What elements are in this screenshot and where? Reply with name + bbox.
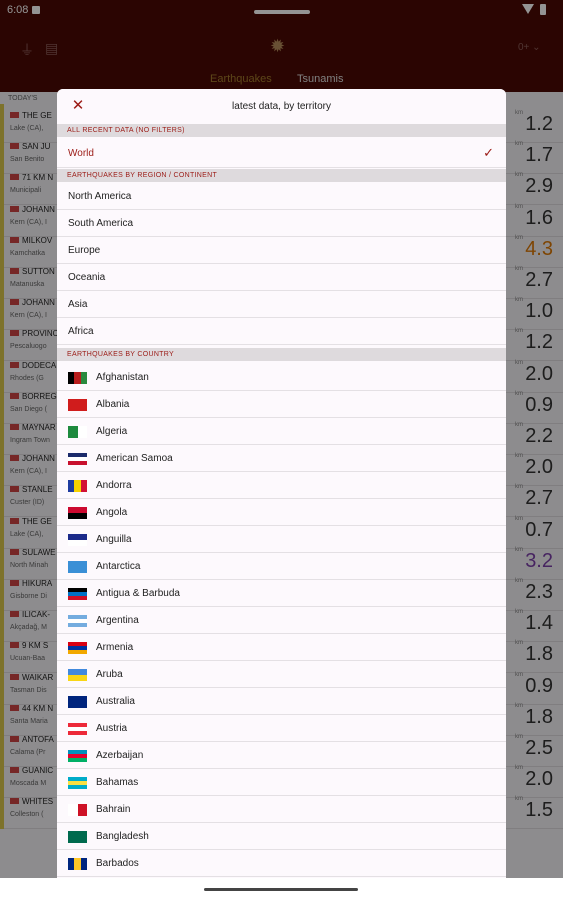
country-item[interactable]: Armenia <box>57 634 506 661</box>
country-flag-icon <box>68 831 87 843</box>
country-flag-icon <box>68 534 87 546</box>
region-label: Europe <box>68 245 101 256</box>
checkmark-icon: ✓ <box>483 145 494 160</box>
region-label: South America <box>68 218 134 229</box>
section-region: EARTHQUAKES BY REGION / CONTINENT <box>57 169 506 182</box>
country-label: Australia <box>96 696 135 707</box>
country-label: Argentina <box>96 615 139 626</box>
country-item[interactable]: Angola <box>57 499 506 526</box>
country-label: Antarctica <box>96 561 141 572</box>
country-item[interactable]: Anguilla <box>57 526 506 553</box>
country-flag-icon <box>68 804 87 816</box>
dialog-header: ✕ latest data, by territory <box>57 89 506 124</box>
country-flag-icon <box>68 750 87 762</box>
region-item[interactable]: Oceania <box>57 264 506 291</box>
country-flag-icon <box>68 561 87 573</box>
country-flag-icon <box>68 696 87 708</box>
country-label: Albania <box>96 399 130 410</box>
country-label: Austria <box>96 723 128 734</box>
country-label: Armenia <box>96 642 134 653</box>
territory-world-label: World <box>68 148 94 159</box>
region-item[interactable]: North America <box>57 183 506 210</box>
territory-world[interactable]: World ✓ <box>57 138 506 168</box>
territory-dialog: ✕ latest data, by territory ALL RECENT D… <box>57 89 506 878</box>
country-label: Anguilla <box>96 534 132 545</box>
country-label: Algeria <box>96 426 128 437</box>
region-label: North America <box>68 191 132 202</box>
country-item[interactable]: Australia <box>57 688 506 715</box>
country-item[interactable]: Argentina <box>57 607 506 634</box>
country-label: Bahrain <box>96 804 131 815</box>
country-item[interactable]: Austria <box>57 715 506 742</box>
country-flag-icon <box>68 480 87 492</box>
country-item[interactable]: Aruba <box>57 661 506 688</box>
country-flag-icon <box>68 615 87 627</box>
region-item[interactable]: Asia <box>57 291 506 318</box>
country-item[interactable]: Bahamas <box>57 769 506 796</box>
country-label: Azerbaijan <box>96 750 144 761</box>
country-item[interactable]: Albania <box>57 391 506 418</box>
country-label: Bangladesh <box>96 831 149 842</box>
country-flag-icon <box>68 642 87 654</box>
country-flag-icon <box>68 777 87 789</box>
section-country: EARTHQUAKES BY COUNTRY <box>57 348 506 361</box>
country-label: Bahamas <box>96 777 139 788</box>
country-flag-icon <box>68 723 87 735</box>
country-item[interactable]: Andorra <box>57 472 506 499</box>
country-label: Afghanistan <box>96 372 149 383</box>
section-all-data: ALL RECENT DATA (NO FILTERS) <box>57 124 506 137</box>
country-item[interactable]: Antigua & Barbuda <box>57 580 506 607</box>
country-label: Barbados <box>96 858 139 869</box>
country-flag-icon <box>68 426 87 438</box>
country-item[interactable]: Barbados <box>57 850 506 877</box>
country-flag-icon <box>68 372 87 384</box>
country-flag-icon <box>68 399 87 411</box>
country-flag-icon <box>68 669 87 681</box>
country-flag-icon <box>68 507 87 519</box>
country-label: Aruba <box>96 669 123 680</box>
country-flag-icon <box>68 858 87 870</box>
screen: 6:08 ⏚ ▤ ✹ 0+ ⌄ Earthquakes Tsunamis TOD… <box>0 0 563 900</box>
dialog-title: latest data, by territory <box>232 101 331 112</box>
country-item[interactable]: Antarctica <box>57 553 506 580</box>
country-label: American Samoa <box>96 453 173 464</box>
country-flag-icon <box>68 453 87 465</box>
country-label: Andorra <box>96 480 132 491</box>
navigation-bar <box>0 878 563 900</box>
country-item[interactable]: Afghanistan <box>57 364 506 391</box>
region-item[interactable]: Europe <box>57 237 506 264</box>
country-item[interactable]: Algeria <box>57 418 506 445</box>
country-item[interactable]: Bangladesh <box>57 823 506 850</box>
country-flag-icon <box>68 588 87 600</box>
region-item[interactable]: South America <box>57 210 506 237</box>
country-label: Antigua & Barbuda <box>96 588 180 599</box>
country-item[interactable]: Bahrain <box>57 796 506 823</box>
region-item[interactable]: Africa <box>57 318 506 345</box>
country-item[interactable]: Azerbaijan <box>57 742 506 769</box>
region-label: Asia <box>68 299 88 310</box>
region-label: Oceania <box>68 272 106 283</box>
region-label: Africa <box>68 326 94 337</box>
home-handle[interactable] <box>204 888 358 891</box>
country-label: Angola <box>96 507 128 518</box>
country-item[interactable]: American Samoa <box>57 445 506 472</box>
